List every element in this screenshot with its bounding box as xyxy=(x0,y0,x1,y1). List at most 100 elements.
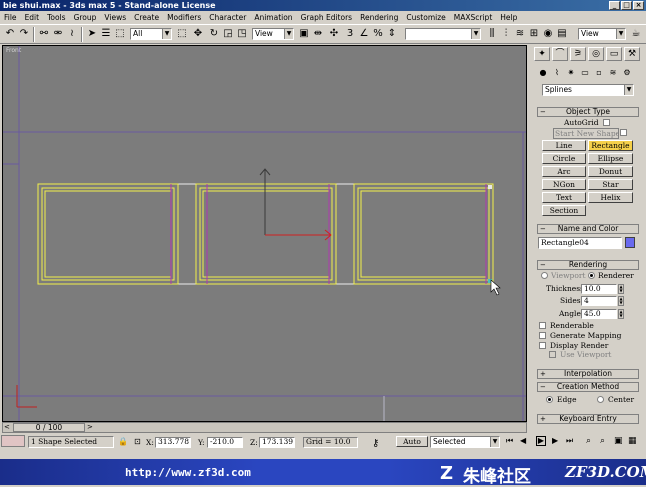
section-button[interactable]: Section xyxy=(542,205,586,216)
render-view-dropdown[interactable]: View ▼ xyxy=(578,28,626,40)
curve-editor-icon[interactable]: ≋ xyxy=(514,28,526,40)
object-color-swatch[interactable] xyxy=(625,237,635,248)
helix-button[interactable]: Helix xyxy=(588,192,633,203)
ellipse-button[interactable]: Ellipse xyxy=(588,153,633,164)
text-button[interactable]: Text xyxy=(542,192,586,203)
renderable-checkbox[interactable] xyxy=(539,322,546,329)
selection-filter-dropdown[interactable]: All ▼ xyxy=(130,28,172,40)
systems-icon[interactable]: ⚙ xyxy=(620,67,634,79)
window-crossing-icon[interactable]: ⬚ xyxy=(176,28,188,40)
viewport-front[interactable]: Front xyxy=(2,45,527,422)
viewport-radio[interactable] xyxy=(541,272,548,279)
menu-create[interactable]: Create xyxy=(133,13,160,22)
angle-snap-icon[interactable]: ∠ xyxy=(358,28,370,40)
select-object-icon[interactable]: ➤ xyxy=(86,28,98,40)
arc-button[interactable]: Arc xyxy=(542,166,586,177)
time-slider-thumb[interactable]: 0 / 100 xyxy=(13,423,85,432)
unlink-icon[interactable]: ⚮ xyxy=(52,28,64,40)
spinner-snap-icon[interactable]: ⇕ xyxy=(386,28,398,40)
category-dropdown[interactable]: Splines ▼ xyxy=(542,84,634,96)
time-slider-prev-icon[interactable]: < xyxy=(4,423,10,432)
auto-key-button[interactable]: Auto Key xyxy=(396,436,428,447)
key-icon[interactable]: ⚷ xyxy=(372,439,379,449)
bind-space-warp-icon[interactable]: ≀ xyxy=(66,28,78,40)
menu-tools[interactable]: Tools xyxy=(46,13,66,22)
shapes-icon[interactable]: ⌇ xyxy=(550,67,564,79)
absolute-mode-icon[interactable]: ⊡ xyxy=(134,437,141,446)
select-by-name-icon[interactable]: ☰ xyxy=(100,28,112,40)
thickness-spinner[interactable]: ▲ ▼ xyxy=(618,284,624,294)
maxscript-listener-icon[interactable] xyxy=(1,435,25,447)
star-button[interactable]: Star xyxy=(588,179,633,190)
cameras-icon[interactable]: ▭ xyxy=(578,67,592,79)
lights-icon[interactable]: ✷ xyxy=(564,67,578,79)
minimize-button[interactable]: _ xyxy=(609,1,620,10)
quick-render-icon[interactable]: ☕ xyxy=(630,28,642,40)
menu-maxscript[interactable]: MAXScript xyxy=(453,13,494,22)
autogrid-checkbox[interactable] xyxy=(603,119,610,126)
name-color-rollout[interactable]: − Name and Color xyxy=(537,224,639,234)
object-name-field[interactable]: Rectangle04 xyxy=(538,237,622,249)
ref-coord-dropdown[interactable]: View ▼ xyxy=(252,28,294,40)
creation-method-rollout[interactable]: − Creation Method xyxy=(537,382,639,392)
z-coord-field[interactable]: 173.139 xyxy=(259,437,295,448)
percent-snap-icon[interactable]: % xyxy=(372,28,384,40)
generate-mapping-checkbox[interactable] xyxy=(539,332,546,339)
time-slider[interactable]: < 0 / 100 > xyxy=(2,422,527,433)
modify-tab-icon[interactable]: ⌒ xyxy=(552,47,568,61)
ngon-button[interactable]: NGon xyxy=(542,179,586,190)
zoom-extents-icon[interactable]: ▣ xyxy=(614,436,623,446)
mirror-icon[interactable]: ⇹ xyxy=(312,28,324,40)
menu-animation[interactable]: Animation xyxy=(253,13,293,22)
space-warps-icon[interactable]: ≋ xyxy=(606,67,620,79)
angle-spinner[interactable]: ▲ ▼ xyxy=(618,309,624,319)
start-new-shape-button[interactable]: Start New Shape xyxy=(553,128,619,139)
center-radio[interactable] xyxy=(597,396,604,403)
select-manipulate-icon[interactable]: ✣ xyxy=(328,28,340,40)
menu-modifiers[interactable]: Modifiers xyxy=(166,13,202,22)
select-scale-icon[interactable]: ◲ xyxy=(222,28,234,40)
use-viewport-checkbox[interactable] xyxy=(549,351,556,358)
rectangle-button[interactable]: Rectangle xyxy=(588,140,633,151)
rect-selection-icon[interactable]: ⬚ xyxy=(114,28,126,40)
y-coord-field[interactable]: -210.0 xyxy=(207,437,243,448)
zoom-icon[interactable]: ⌕ xyxy=(586,436,591,446)
select-rotate-icon[interactable]: ↻ xyxy=(208,28,220,40)
select-move-icon[interactable]: ✥ xyxy=(192,28,204,40)
close-button[interactable]: × xyxy=(633,1,644,10)
line-button[interactable]: Line xyxy=(542,140,586,151)
pivot-icon[interactable]: ▣ xyxy=(298,28,310,40)
hierarchy-tab-icon[interactable]: ⚞ xyxy=(570,47,586,61)
snap-3d-icon[interactable]: 3 xyxy=(344,28,356,40)
named-selection-dropdown[interactable]: ▼ xyxy=(405,28,481,40)
interpolation-rollout[interactable]: + Interpolation xyxy=(537,369,639,379)
utilities-tab-icon[interactable]: ⚒ xyxy=(624,47,640,61)
donut-button[interactable]: Donut xyxy=(588,166,633,177)
menu-group[interactable]: Group xyxy=(73,13,98,22)
angle-field[interactable]: 45.0 xyxy=(581,309,617,319)
menu-edit[interactable]: Edit xyxy=(24,13,41,22)
mirror-tool-icon[interactable]: ⫼ xyxy=(486,28,498,40)
circle-button[interactable]: Circle xyxy=(542,153,586,164)
rendering-rollout[interactable]: − Rendering xyxy=(537,260,639,270)
sides-spinner[interactable]: ▲ ▼ xyxy=(618,296,624,306)
menu-customize[interactable]: Customize xyxy=(405,13,446,22)
helpers-icon[interactable]: ▫ xyxy=(592,67,606,79)
select-link-icon[interactable]: ⚯ xyxy=(38,28,50,40)
zoom-extents-all-icon[interactable]: ▦ xyxy=(628,436,637,446)
play-icon[interactable]: ▶ xyxy=(536,436,546,446)
thickness-field[interactable]: 10.0 xyxy=(581,284,617,294)
material-editor-icon[interactable]: ◉ xyxy=(542,28,554,40)
menu-graph-editors[interactable]: Graph Editors xyxy=(300,13,354,22)
scale-icon[interactable]: ◳ xyxy=(236,28,248,40)
render-scene-icon[interactable]: ▤ xyxy=(556,28,568,40)
schematic-view-icon[interactable]: ⊞ xyxy=(528,28,540,40)
time-slider-next-icon[interactable]: > xyxy=(87,423,93,432)
maximize-button[interactable]: □ xyxy=(621,1,632,10)
zoom-all-icon[interactable]: ⌕ xyxy=(600,436,605,446)
key-mode-dropdown[interactable]: Selected ▼ xyxy=(430,436,500,448)
align-icon[interactable]: ⫶ xyxy=(500,28,512,40)
menu-character[interactable]: Character xyxy=(208,13,247,22)
motion-tab-icon[interactable]: ◎ xyxy=(588,47,604,61)
undo-icon[interactable]: ↶ xyxy=(4,28,16,40)
